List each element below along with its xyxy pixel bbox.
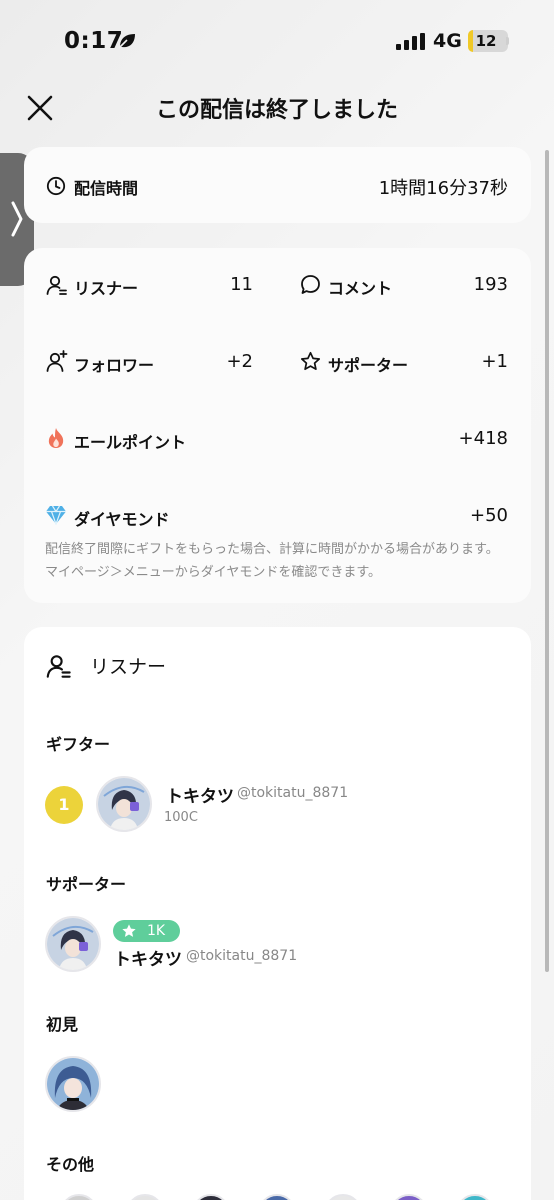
avatar[interactable]	[390, 1194, 428, 1200]
supporters-label: サポーター	[328, 356, 409, 375]
duration-card: 配信時間 1時間16分37秒	[24, 147, 531, 223]
supporter-badge-text: 1K	[147, 923, 166, 939]
clock-icon	[46, 176, 66, 196]
avatar[interactable]	[45, 916, 101, 972]
listeners-card: リスナー ギフター 1 トキタツ @tokitatu_8871 100C サポー…	[24, 627, 531, 1200]
person-icon	[46, 655, 71, 678]
avatar[interactable]	[96, 776, 152, 832]
listeners-value: 11	[230, 274, 253, 295]
avatar[interactable]	[324, 1194, 362, 1200]
gifter-name[interactable]: トキタツ	[166, 782, 234, 807]
star-icon	[300, 351, 321, 371]
cheer-points-label: エールポイント	[74, 433, 187, 452]
avatar[interactable]	[126, 1194, 164, 1200]
star-icon	[122, 924, 136, 937]
diamonds-label: ダイヤモンド	[74, 510, 170, 529]
stats-card: リスナー 11 コメント 193 フォロワー +2 サポーター +1 エールポイ…	[24, 248, 531, 603]
header: この配信は終了しました	[0, 80, 554, 136]
avatar[interactable]	[60, 1194, 98, 1200]
listeners-label: リスナー	[74, 279, 139, 298]
avatar[interactable]	[258, 1194, 296, 1200]
avatar[interactable]	[456, 1194, 494, 1200]
diamond-icon	[46, 505, 66, 525]
scrollbar[interactable]	[545, 150, 549, 972]
person-icon	[46, 275, 67, 295]
person-add-icon	[46, 350, 68, 372]
rank-badge: 1	[45, 786, 83, 824]
comments-label: コメント	[328, 279, 393, 298]
followers-value: +2	[226, 351, 253, 372]
signal-icon	[396, 33, 425, 50]
gifter-heading: ギフター	[46, 735, 111, 754]
gifter-handle: @tokitatu_8871	[237, 785, 349, 801]
avatar[interactable]	[192, 1194, 230, 1200]
cheer-points-value: +418	[458, 428, 508, 449]
page-title: この配信は終了しました	[155, 98, 398, 123]
status-bar: 0:17 4G 12	[0, 0, 554, 80]
battery-tip	[506, 37, 509, 45]
other-heading: その他	[46, 1155, 95, 1174]
supporter-name[interactable]: トキタツ	[114, 945, 182, 970]
fire-icon	[48, 428, 64, 448]
diamonds-value: +50	[470, 505, 508, 526]
battery-level: 12	[475, 32, 497, 50]
network-type: 4G	[433, 30, 462, 52]
supporters-value: +1	[481, 351, 508, 372]
supporter-handle: @tokitatu_8871	[186, 948, 298, 964]
first-time-heading: 初見	[46, 1015, 79, 1034]
status-time: 0:17	[64, 28, 124, 54]
supporter-level-badge: 1K	[113, 920, 180, 942]
diamond-note: 配信終了間際にギフトをもらった場合、計算に時間がかかる場合があります。マイページ…	[45, 542, 499, 580]
chat-bubble-icon	[301, 275, 320, 294]
leaf-icon	[118, 34, 135, 49]
supporter-heading: サポーター	[46, 875, 127, 894]
followers-label: フォロワー	[74, 356, 155, 375]
duration-label: 配信時間	[74, 179, 139, 198]
duration-value: 1時間16分37秒	[378, 178, 508, 199]
gifter-coins: 100C	[164, 810, 198, 825]
comments-value: 193	[473, 274, 508, 295]
avatar[interactable]	[45, 1056, 101, 1112]
battery-indicator: 12	[468, 30, 508, 52]
listener-section-title: リスナー	[90, 656, 167, 678]
